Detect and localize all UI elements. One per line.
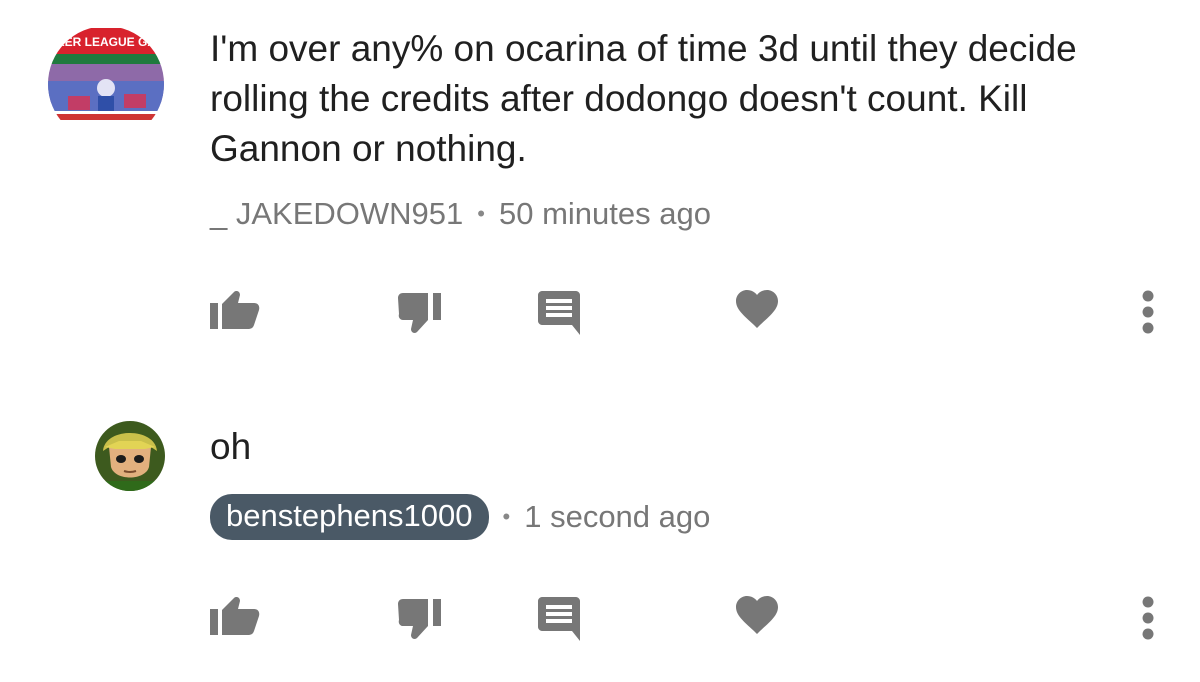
comment-meta: benstephens1000 • 1 second ago (210, 494, 710, 540)
thumb-up-icon[interactable] (210, 594, 260, 636)
avatar[interactable] (95, 421, 165, 491)
comment-timestamp[interactable]: 1 second ago (524, 499, 710, 535)
more-vert-icon[interactable] (1141, 596, 1155, 640)
reply-icon[interactable] (538, 597, 580, 641)
meta-separator: • (502, 504, 511, 529)
comment-action-bar (0, 586, 1200, 646)
comment-author-chip[interactable]: benstephens1000 (210, 494, 489, 540)
comment-item: oh benstephens1000 • 1 second ago (0, 0, 1200, 682)
avatar-image (95, 421, 165, 491)
heart-icon[interactable] (736, 596, 778, 634)
comment-text: oh (210, 426, 252, 467)
thumb-down-icon[interactable] (398, 598, 444, 642)
